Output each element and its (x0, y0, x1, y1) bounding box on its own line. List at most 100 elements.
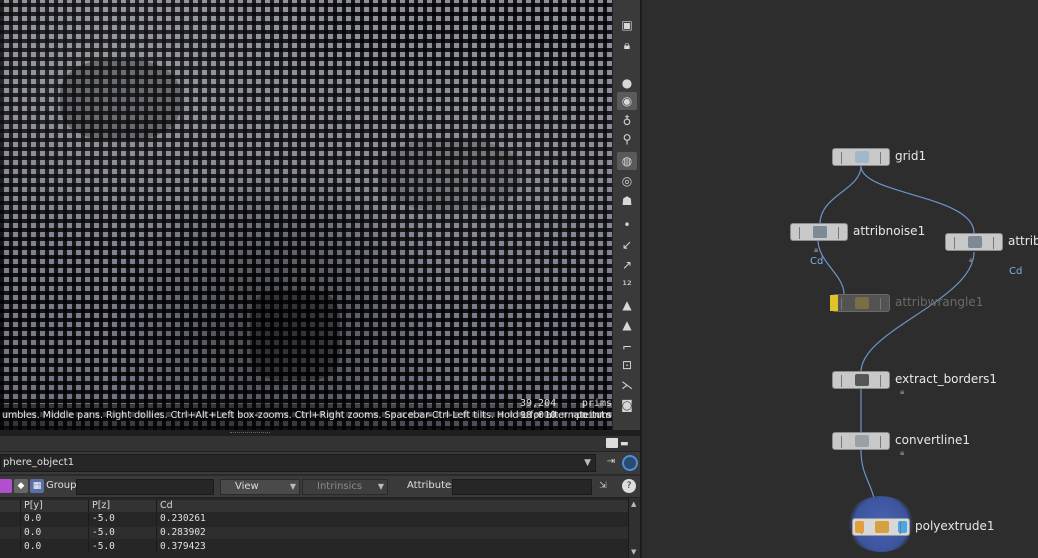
frame-icon[interactable]: ⌐ (617, 338, 637, 356)
node-path-text: phere_object1 (3, 457, 75, 468)
table-cell[interactable]: 0.0 (20, 541, 88, 553)
table-row[interactable]: 0.0 -5.0 0.230261 (0, 513, 628, 525)
light-icon[interactable]: ◉ (617, 92, 637, 110)
chevron-down-icon[interactable]: ▼ (584, 455, 591, 471)
link-icon[interactable] (622, 455, 638, 471)
table-row[interactable]: 0.0 -5.0 0.283902 (0, 527, 628, 539)
filter-options-icon[interactable]: ⇲ (596, 479, 610, 493)
table-header-row: P[y] P[z] Cd (0, 500, 628, 512)
detail-mode-icon[interactable]: ▦ (30, 479, 44, 493)
node-body[interactable] (832, 294, 890, 312)
table-cell[interactable]: 0.0 (20, 513, 88, 525)
normal-icon[interactable]: ↙ (617, 236, 637, 254)
bypass-flag[interactable] (830, 295, 838, 311)
node-label[interactable]: attrib (1008, 234, 1038, 248)
stats-points: 98,010 points (520, 410, 612, 422)
table-cell[interactable]: -5.0 (88, 527, 156, 539)
spreadsheet-path-bar: phere_object1 ▼ ⇥ (0, 452, 640, 474)
node-wires (817, 165, 975, 517)
vector-icon[interactable]: ↗ (617, 256, 637, 274)
snap-icon[interactable]: ◍ (617, 152, 637, 170)
scroll-down-icon[interactable]: ▼ (631, 548, 636, 556)
pane-menu-icon[interactable]: ▬ (620, 439, 634, 449)
polyextrude-node-icon (875, 521, 889, 533)
prims-count: 39,204 (520, 398, 557, 409)
shadow-region (60, 60, 180, 140)
node-attribute-badge: Cd (1009, 266, 1023, 277)
points-mode-icon[interactable] (0, 479, 12, 493)
point-icon[interactable]: • (617, 216, 637, 234)
column-header[interactable]: P[z] (88, 500, 156, 512)
extract-node-icon (855, 374, 869, 386)
display-flag[interactable] (898, 521, 907, 533)
grid-node-icon (855, 151, 869, 163)
intrinsics-dropdown[interactable]: Intrinsics ▼ (302, 479, 388, 495)
jump-icon[interactable]: ⇥ (604, 456, 618, 470)
table-row[interactable]: 0.0 -5.0 0.379423 (0, 541, 628, 553)
wire (819, 165, 862, 225)
table-cell[interactable]: -5.0 (88, 513, 156, 525)
view-dropdown-label: View (235, 481, 259, 492)
lock-icon: 🔒︎ (814, 245, 819, 254)
template-flag[interactable] (855, 521, 864, 533)
node-body[interactable] (945, 233, 1003, 251)
lock-icon[interactable]: 🔒︎ (617, 36, 637, 54)
node-label[interactable]: polyextrude1 (915, 519, 995, 533)
transform-icon[interactable]: ⊡ (617, 356, 637, 374)
table-cell[interactable]: -5.0 (88, 541, 156, 553)
wrangle-node-icon (855, 297, 869, 309)
chevron-down-icon: ▼ (289, 482, 296, 491)
table-scrollbar[interactable]: ▲ ▼ (628, 498, 640, 558)
table-cell[interactable]: 0.0 (20, 527, 88, 539)
attribnoise-node-icon (968, 236, 982, 248)
display-icon[interactable]: ▣ (617, 16, 637, 34)
view-dropdown[interactable]: View ▼ (220, 479, 300, 495)
network-editor[interactable]: grid1 attribnoise1 🔒︎ Cd attrib 🔒︎ Cd at… (640, 0, 1038, 558)
spreadsheet-tab-bar: ▬ (0, 436, 640, 452)
attribute-table: P[y] P[z] Cd 0.0 -5.0 0.230261 0.0 -5.0 … (0, 498, 640, 558)
number-icon[interactable]: ¹² (617, 276, 637, 294)
help-icon[interactable]: ? (622, 479, 636, 493)
paint-icon[interactable]: ▲ (617, 316, 637, 334)
node-body[interactable] (852, 518, 910, 536)
node-attribute-badge: Cd (810, 256, 824, 267)
pane-maximize-icon[interactable] (606, 438, 618, 448)
wire (860, 165, 975, 234)
attributes-field[interactable] (452, 479, 592, 495)
wire (817, 239, 845, 295)
3d-viewport[interactable]: umbles. Middle pans. Right dollies. Ctrl… (0, 0, 612, 430)
group-field[interactable] (76, 479, 214, 495)
node-label[interactable]: convertline1 (895, 433, 970, 447)
column-header[interactable]: Cd (156, 500, 224, 512)
column-header[interactable]: P[y] (20, 500, 88, 512)
brush-icon[interactable]: ▲ (617, 296, 637, 314)
node-body[interactable] (832, 432, 890, 450)
primitives-mode-icon[interactable]: ◆ (14, 479, 28, 493)
node-label[interactable]: grid1 (895, 149, 926, 163)
attribnoise-node-icon (813, 226, 827, 238)
ghost-icon[interactable]: ☗ (617, 192, 637, 210)
stats-prims: 39,204 prims (520, 398, 612, 410)
table-cell[interactable]: 0.379423 (156, 541, 224, 553)
lock-icon: 🔒︎ (969, 255, 974, 264)
node-label[interactable]: extract_borders1 (895, 372, 997, 386)
table-cell[interactable]: 0.230261 (156, 513, 224, 525)
intrinsics-label: Intrinsics (317, 481, 363, 492)
node-label[interactable]: attribnoise1 (853, 224, 925, 238)
node-body[interactable] (832, 148, 890, 166)
view-icon[interactable]: ◎ (617, 172, 637, 190)
camera-icon[interactable]: ♁ (617, 112, 637, 130)
scroll-up-icon[interactable]: ▲ (631, 500, 636, 508)
handle-icon[interactable]: ⋋ (617, 376, 637, 394)
record-icon[interactable]: ◙ (617, 396, 637, 414)
node-body[interactable] (832, 371, 890, 389)
visibility-icon[interactable]: ⚲ (617, 130, 637, 148)
node-label[interactable]: attribwrangle1 (895, 295, 983, 309)
shadow-region (380, 140, 520, 210)
shading-icon[interactable]: ● (617, 74, 637, 92)
node-body[interactable] (790, 223, 848, 241)
table-cell[interactable]: 0.283902 (156, 527, 224, 539)
lock-icon: 🔒︎ (900, 387, 905, 396)
node-path-field[interactable]: phere_object1 ▼ (0, 454, 596, 472)
divider-grip[interactable] (230, 432, 270, 434)
